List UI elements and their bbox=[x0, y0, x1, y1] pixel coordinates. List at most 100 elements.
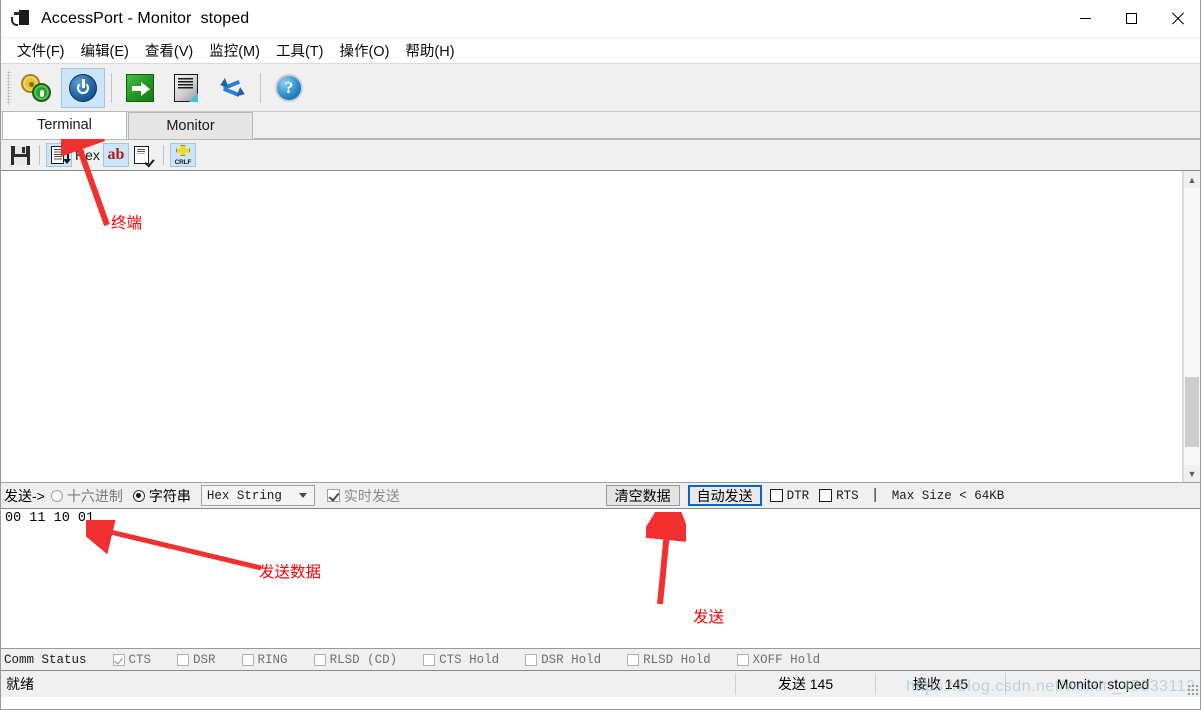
close-button[interactable] bbox=[1154, 0, 1200, 37]
status-ready: 就绪 bbox=[6, 676, 34, 692]
minimize-button[interactable] bbox=[1062, 0, 1108, 37]
comm-status-bar: Comm Status CTS DSR RING RLSD (CD) CTS H… bbox=[1, 649, 1200, 671]
radio-string[interactable]: 字符串 bbox=[132, 486, 191, 506]
menu-edit[interactable]: 编辑(E) bbox=[73, 38, 137, 63]
edit-check-button[interactable] bbox=[131, 143, 157, 167]
rts-indicator bbox=[819, 489, 833, 502]
comm-ring-indicator bbox=[241, 653, 254, 666]
send-control-bar: 发送-> 十六进制 字符串 Hex String 实时发送 清空数据 自动发送 … bbox=[1, 483, 1200, 509]
toolbar-grip[interactable] bbox=[7, 70, 11, 105]
refresh-button[interactable] bbox=[210, 68, 254, 108]
comm-dsr-indicator bbox=[177, 653, 190, 666]
tab-monitor[interactable]: Monitor bbox=[128, 112, 253, 139]
comm-rlsd-hold: RLSD Hold bbox=[627, 653, 711, 667]
comm-xoff-hold-indicator bbox=[736, 653, 749, 666]
comm-status-title: Comm Status bbox=[4, 652, 87, 667]
scroll-up-arrow-icon[interactable]: ▲ bbox=[1184, 171, 1200, 188]
send-button[interactable] bbox=[118, 68, 162, 108]
power-icon bbox=[69, 73, 97, 102]
radio-string-label: 字符串 bbox=[148, 487, 191, 504]
comm-rlsd-label: RLSD (CD) bbox=[329, 652, 398, 667]
terminal-toolbar: Hex ab CRLF bbox=[1, 140, 1200, 171]
comm-dsr-hold-indicator bbox=[525, 653, 538, 666]
menu-help[interactable]: 帮助(H) bbox=[397, 38, 462, 63]
clear-data-button[interactable]: 清空数据 bbox=[605, 485, 680, 506]
menu-operate[interactable]: 操作(O) bbox=[331, 38, 397, 63]
crlf-label: CRLF bbox=[174, 159, 192, 166]
radio-hex[interactable]: 十六进制 bbox=[50, 486, 123, 506]
terminal-area: ▲ ▼ bbox=[1, 171, 1200, 483]
ascii-button[interactable]: ab bbox=[102, 143, 129, 167]
send-label: 发送-> bbox=[4, 487, 45, 504]
comm-rlsd-indicator bbox=[313, 653, 326, 666]
log-document-button[interactable] bbox=[164, 68, 208, 108]
realtime-send-checkbox[interactable]: 实时发送 bbox=[326, 486, 400, 506]
menu-tools[interactable]: 工具(T) bbox=[268, 38, 332, 63]
maximize-button[interactable] bbox=[1108, 0, 1154, 37]
dtr-checkbox[interactable]: DTR bbox=[769, 488, 810, 503]
dtr-indicator bbox=[769, 489, 783, 502]
menu-monitor[interactable]: 监控(M) bbox=[201, 38, 268, 63]
format-combo-value: Hex String bbox=[206, 488, 282, 503]
terminal-output[interactable] bbox=[1, 171, 1183, 482]
format-combo[interactable]: Hex String bbox=[200, 485, 315, 506]
tab-filler bbox=[254, 112, 1200, 139]
realtime-send-label: 实时发送 bbox=[343, 487, 400, 504]
comm-dsr-hold: DSR Hold bbox=[525, 653, 601, 667]
tab-strip: Terminal Monitor bbox=[1, 111, 1200, 140]
crlf-button[interactable]: CRLF bbox=[169, 143, 196, 167]
realtime-send-indicator bbox=[326, 489, 340, 502]
help-button[interactable]: ? bbox=[267, 68, 311, 108]
save-log-button[interactable] bbox=[7, 143, 33, 167]
comm-ring-label: RING bbox=[257, 652, 288, 667]
help-globe-icon: ? bbox=[275, 73, 303, 102]
hex-dump-button[interactable] bbox=[46, 143, 72, 167]
terminal-scrollbar[interactable]: ▲ ▼ bbox=[1183, 171, 1200, 482]
comm-cts-hold: CTS Hold bbox=[423, 653, 499, 667]
radio-hex-label: 十六进制 bbox=[66, 487, 123, 504]
rts-label: RTS bbox=[836, 488, 859, 503]
close-icon bbox=[1171, 12, 1184, 25]
tab-terminal[interactable]: Terminal bbox=[2, 111, 127, 139]
scroll-down-arrow-icon[interactable]: ▼ bbox=[1184, 465, 1200, 482]
rts-checkbox[interactable]: RTS bbox=[819, 489, 859, 503]
comm-xoff-hold-label: XOFF Hold bbox=[752, 652, 821, 667]
settings-button[interactable] bbox=[15, 68, 59, 108]
status-sent-count: 发送 145 bbox=[735, 673, 875, 695]
hex-dump-icon bbox=[50, 145, 71, 165]
main-toolbar: ? bbox=[1, 63, 1200, 112]
document-icon bbox=[174, 73, 198, 102]
scroll-track[interactable] bbox=[1184, 188, 1200, 465]
green-arrow-send-icon bbox=[126, 73, 154, 102]
status-received-count: 接收 145 bbox=[875, 673, 1005, 695]
window-controls bbox=[1062, 0, 1200, 37]
comm-cts-hold-indicator bbox=[423, 653, 436, 666]
auto-send-button[interactable]: 自动发送 bbox=[687, 485, 762, 506]
comm-rlsd: RLSD (CD) bbox=[313, 652, 398, 667]
radio-string-indicator bbox=[132, 489, 145, 502]
chevron-down-icon bbox=[298, 493, 307, 498]
ab-ascii-icon: ab bbox=[107, 146, 125, 163]
accessport-window: AccessPort - Monitor stoped 文件(F) 编辑(E) … bbox=[0, 0, 1201, 710]
comm-dsr-hold-label: DSR Hold bbox=[541, 652, 602, 667]
power-toggle-button[interactable] bbox=[61, 67, 105, 108]
scroll-thumb[interactable] bbox=[1185, 377, 1199, 447]
send-bar-separator: | bbox=[870, 487, 880, 504]
status-bar: 就绪 发送 145 接收 145 Monitor stoped bbox=[1, 671, 1200, 697]
send-data-input[interactable]: 00 11 10 01 bbox=[1, 509, 1200, 649]
gears-settings-icon bbox=[20, 73, 54, 103]
comm-cts-indicator bbox=[112, 653, 125, 666]
comm-dsr: DSR bbox=[177, 653, 216, 667]
maximize-icon bbox=[1125, 13, 1137, 24]
max-size-note: Max Size < 64KB bbox=[891, 488, 1005, 503]
dtr-label: DTR bbox=[786, 488, 810, 503]
menu-file[interactable]: 文件(F) bbox=[9, 38, 73, 63]
menu-view[interactable]: 查看(V) bbox=[137, 38, 201, 63]
save-icon bbox=[10, 145, 30, 165]
comm-rlsd-hold-indicator bbox=[627, 653, 640, 666]
serial-plug-icon bbox=[11, 9, 33, 29]
edit-check-icon bbox=[134, 145, 156, 167]
radio-hex-indicator bbox=[50, 489, 63, 502]
toolbar-separator-2 bbox=[260, 72, 261, 103]
resize-grip[interactable] bbox=[1186, 683, 1198, 695]
